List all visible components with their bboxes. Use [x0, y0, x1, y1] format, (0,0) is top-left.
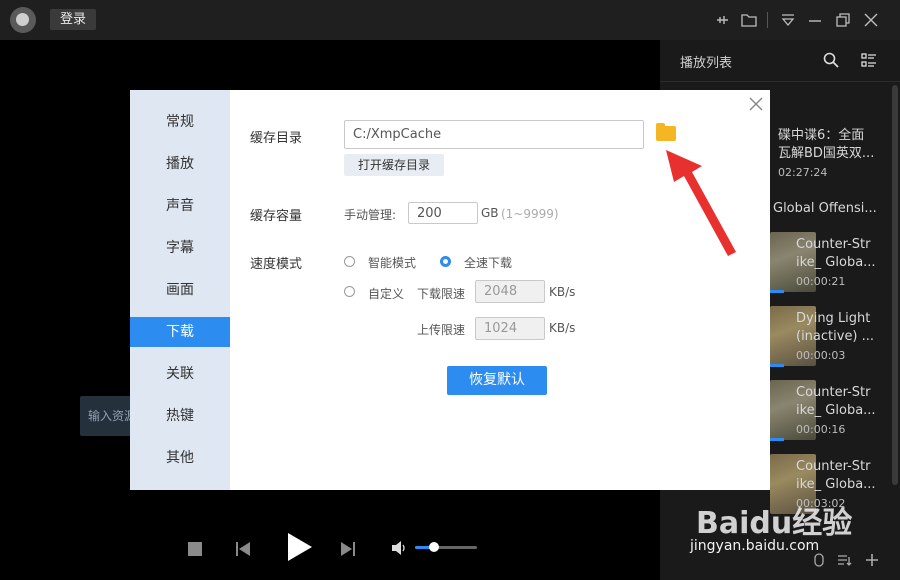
restore-icon[interactable]	[834, 11, 852, 29]
sidebar-item-association[interactable]: 关联	[130, 359, 230, 389]
custom-label[interactable]: 自定义	[368, 285, 404, 302]
mouse-icon[interactable]	[812, 552, 826, 572]
full-speed-radio[interactable]	[440, 256, 451, 267]
download-limit-label: 下载限速	[417, 287, 466, 301]
cache-size-label: 缓存容量	[250, 209, 303, 224]
cache-size-range: (1~9999)	[501, 207, 559, 221]
full-speed-label[interactable]: 全速下载	[464, 254, 512, 271]
item-title-line1: 碟中谍6：全面	[778, 128, 865, 143]
play-icon[interactable]	[286, 532, 314, 566]
item-duration: 00:00:03	[796, 349, 846, 362]
playlist-group-title[interactable]: Global Offensi...	[773, 200, 877, 218]
list-view-icon[interactable]	[860, 51, 878, 73]
upload-limit-unit: KB/s	[549, 321, 576, 335]
item-duration: 00:00:21	[796, 275, 846, 288]
list-item[interactable]: 碟中谍6：全面 瓦解BD国英双... 02:27:24	[778, 127, 888, 179]
download-limit-unit: KB/s	[549, 285, 576, 299]
cache-dir-input[interactable]	[344, 120, 644, 149]
sidebar-item-other[interactable]: 其他	[130, 443, 230, 473]
item-title-line2: ike_ Globa...	[796, 477, 876, 492]
sidebar-item-audio[interactable]: 声音	[130, 191, 230, 221]
item-progress	[770, 438, 784, 441]
smart-mode-label[interactable]: 智能模式	[368, 254, 416, 271]
cache-size-unit: GB	[481, 206, 499, 220]
list-item[interactable]: Dying Light (inactive) ... 00:00:03	[796, 310, 888, 362]
close-icon[interactable]	[862, 11, 880, 29]
playlist-title: 播放列表	[680, 56, 733, 71]
restore-defaults-button[interactable]: 恢复默认	[447, 366, 547, 395]
stop-icon[interactable]	[188, 541, 202, 560]
sidebar-item-playback[interactable]: 播放	[130, 149, 230, 179]
pin-icon[interactable]	[713, 11, 731, 29]
login-button[interactable]: 登录	[50, 9, 96, 30]
item-title-line1: Dying Light	[796, 311, 871, 326]
item-title-line1: Counter-Str	[796, 459, 871, 474]
volume-icon[interactable]	[391, 540, 407, 560]
settings-sidebar: 常规 播放 声音 字幕 画面 下载 关联 热键 其他	[130, 90, 230, 490]
item-title-line2: ike_ Globa...	[796, 255, 876, 270]
dialog-close-icon[interactable]	[746, 94, 766, 114]
folder-icon[interactable]	[740, 11, 758, 29]
upload-limit-input[interactable]	[475, 317, 545, 340]
minimize-icon[interactable]	[806, 11, 824, 29]
smart-mode-radio[interactable]	[344, 256, 355, 267]
volume-slider-knob[interactable]	[428, 542, 439, 552]
add-icon[interactable]	[864, 552, 880, 572]
upload-limit-label: 上传限速	[417, 323, 466, 337]
item-duration: 02:27:24	[778, 166, 828, 179]
sidebar-item-hotkeys[interactable]: 热键	[130, 401, 230, 431]
next-icon[interactable]	[341, 541, 355, 560]
playlist-scrollbar[interactable]	[892, 85, 898, 485]
folder-icon[interactable]	[656, 123, 676, 141]
item-title-line2: 瓦解BD国英双...	[778, 146, 875, 161]
item-title-line2: (inactive) ...	[796, 329, 875, 344]
cache-dir-label: 缓存目录	[250, 131, 303, 146]
previous-icon[interactable]	[236, 541, 250, 560]
sidebar-item-general[interactable]: 常规	[130, 107, 230, 137]
custom-radio[interactable]	[344, 286, 355, 297]
sort-icon[interactable]	[836, 552, 852, 572]
title-divider	[767, 12, 768, 28]
title-bar: 登录	[0, 0, 900, 40]
list-item[interactable]: Counter-Str ike_ Globa... 00:00:21	[796, 236, 888, 288]
sidebar-item-subtitle[interactable]: 字幕	[130, 233, 230, 263]
open-cache-dir-button[interactable]: 打开缓存目录	[344, 154, 444, 176]
item-progress	[770, 364, 784, 367]
item-duration: 00:00:16	[796, 423, 846, 436]
sidebar-item-picture[interactable]: 画面	[130, 275, 230, 305]
menu-icon[interactable]	[779, 11, 797, 29]
manual-manage-label: 手动管理:	[344, 208, 397, 222]
item-title-line1: Counter-Str	[796, 385, 871, 400]
list-item[interactable]: Counter-Str ike_ Globa... 00:00:16	[796, 384, 888, 436]
download-limit-input[interactable]	[475, 280, 545, 303]
item-title-line1: Counter-Str	[796, 237, 871, 252]
watermark-url: jingyan.baidu.com	[690, 538, 820, 554]
watermark-logo: Baidu经验	[696, 506, 853, 541]
item-progress	[770, 290, 784, 293]
playlist-header: 播放列表	[660, 40, 900, 82]
search-icon[interactable]	[822, 51, 840, 73]
sidebar-item-download[interactable]: 下载	[130, 317, 230, 347]
item-title-line2: ike_ Globa...	[796, 403, 876, 418]
annotation-arrow-icon	[662, 148, 742, 262]
cache-size-input[interactable]	[408, 202, 478, 224]
speed-mode-label: 速度模式	[250, 257, 303, 272]
app-logo-icon	[10, 7, 36, 33]
